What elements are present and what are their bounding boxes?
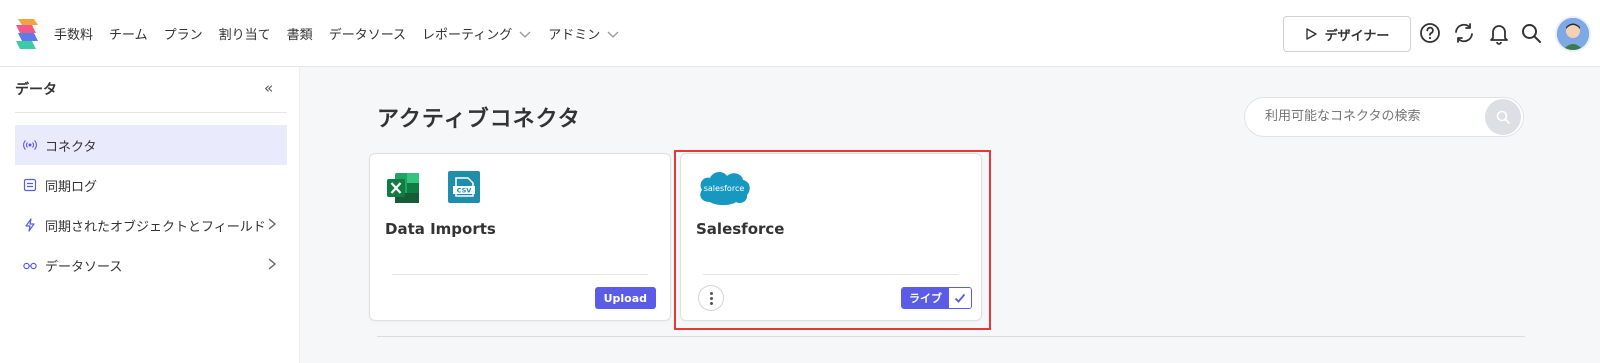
card-title: Data Imports — [385, 220, 496, 238]
nav-item-reporting[interactable]: レポーティング — [422, 24, 532, 43]
nav-item-plan[interactable]: プラン — [164, 24, 203, 43]
refresh-icon[interactable] — [1452, 21, 1476, 45]
nav-item-admin[interactable]: アドミン — [548, 24, 620, 43]
divider — [377, 336, 1525, 337]
excel-icon — [387, 173, 419, 203]
help-icon[interactable] — [1418, 21, 1442, 45]
nav-item-team[interactable]: チーム — [109, 24, 148, 43]
search-icon — [1496, 110, 1510, 124]
check-icon — [949, 288, 971, 308]
svg-text:salesforce: salesforce — [704, 184, 745, 193]
chevron-down-icon — [607, 31, 619, 38]
broadcast-icon — [23, 138, 37, 152]
sidebar-item-datasource[interactable]: データソース — [15, 245, 287, 285]
page-title: アクティブコネクタ — [377, 107, 581, 132]
sidebar-item-connectors[interactable]: コネクタ — [15, 125, 287, 165]
sidebar-item-label: 同期ログ — [45, 179, 98, 195]
app-logo[interactable] — [14, 15, 40, 51]
card-title: Salesforce — [696, 220, 785, 238]
glasses-icon — [23, 258, 37, 272]
sidebar: データ « コネクタ 同期ログ 同期されたオブジェクトとフィールド データソース — [0, 67, 300, 363]
chevron-right-icon — [268, 218, 277, 230]
connector-card-salesforce[interactable]: salesforce Salesforce ライブ — [680, 153, 982, 321]
upload-button[interactable]: Upload — [594, 287, 656, 309]
search-input[interactable] — [1265, 109, 1475, 124]
live-status-label: ライブ — [902, 288, 949, 308]
divider — [392, 274, 648, 275]
sidebar-item-label: 同期されたオブジェクトとフィールド — [45, 219, 266, 235]
nav-item-fees[interactable]: 手数料 — [54, 24, 93, 43]
search-icon[interactable] — [1519, 21, 1543, 45]
sidebar-item-synced-objects[interactable]: 同期されたオブジェクトとフィールド — [15, 205, 287, 245]
play-icon — [1305, 28, 1317, 40]
connector-search — [1244, 97, 1524, 137]
more-options-button[interactable] — [698, 285, 724, 311]
divider — [15, 112, 287, 113]
nav-item-datasource[interactable]: データソース — [329, 24, 406, 43]
nav-item-assignment[interactable]: 割り当て — [219, 24, 271, 43]
log-icon — [23, 178, 37, 192]
sidebar-item-sync-log[interactable]: 同期ログ — [15, 165, 287, 205]
salesforce-logo: salesforce — [700, 172, 750, 205]
chevron-right-icon — [268, 258, 277, 270]
sidebar-item-label: コネクタ — [45, 139, 97, 155]
live-status-toggle[interactable]: ライブ — [901, 287, 972, 309]
user-avatar[interactable] — [1555, 16, 1591, 52]
collapse-sidebar-icon[interactable]: « — [264, 79, 273, 97]
avatar-image — [1557, 18, 1589, 50]
nav-item-documents[interactable]: 書類 — [287, 24, 313, 43]
main-nav: 手数料 チーム プラン 割り当て 書類 データソース レポーティング アドミン — [54, 0, 636, 67]
designer-button[interactable]: デザイナー — [1283, 16, 1411, 52]
main-content: アクティブコネクタ CSV Data Imports Upload — [300, 67, 1600, 363]
connector-card-data-imports[interactable]: CSV Data Imports Upload — [369, 153, 671, 321]
lightning-icon — [23, 218, 37, 232]
sidebar-item-label: データソース — [45, 259, 123, 275]
top-navigation-bar: 手数料 チーム プラン 割り当て 書類 データソース レポーティング アドミン … — [0, 0, 1600, 67]
sidebar-title: データ — [15, 82, 57, 98]
csv-icon: CSV — [448, 171, 480, 203]
bell-icon[interactable] — [1487, 21, 1511, 45]
svg-text:CSV: CSV — [457, 187, 472, 195]
search-button[interactable] — [1485, 99, 1521, 135]
chevron-down-icon — [519, 31, 531, 38]
divider — [703, 274, 959, 275]
